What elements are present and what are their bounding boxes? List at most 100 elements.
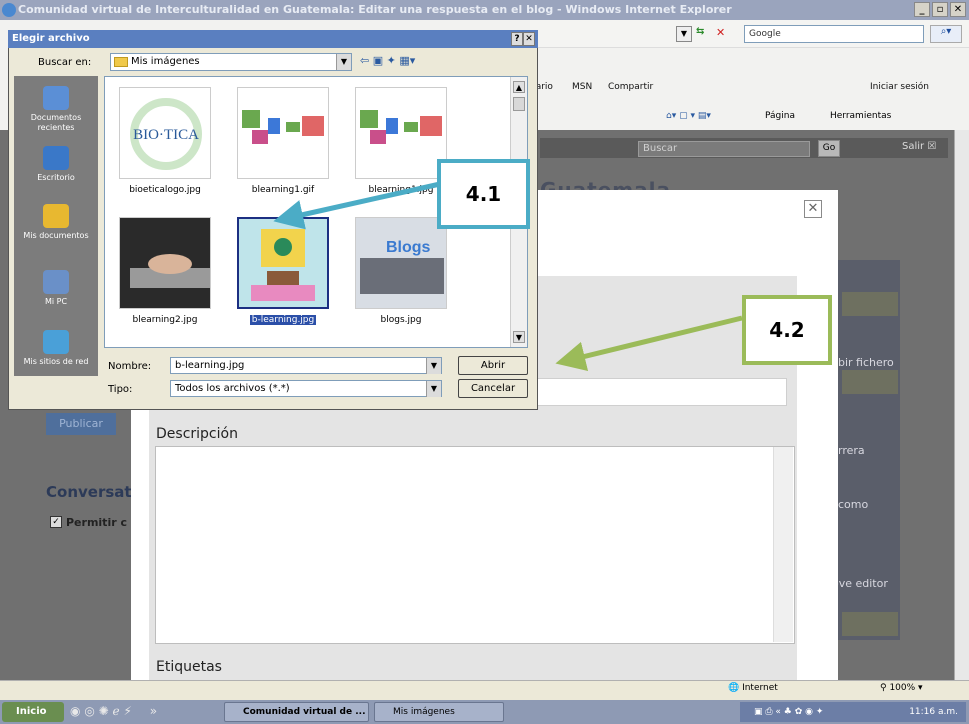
upload-file-link[interactable]: bir fichero <box>838 356 894 369</box>
file-thumbnail[interactable] <box>119 217 211 309</box>
svg-text:BIO·TICA: BIO·TICA <box>133 127 199 143</box>
blogs-keyboard-image: Blogs <box>356 218 446 308</box>
chevron-down-icon[interactable]: ▼ <box>336 54 351 70</box>
callout-4-2: 4.2 <box>742 295 832 365</box>
help-button[interactable]: ? <box>511 32 523 46</box>
page-scrollbar[interactable] <box>954 130 969 680</box>
quicklaunch-icon[interactable]: ◎ <box>84 704 94 718</box>
filetype-value: Todos los archivos (*.*) <box>175 383 290 394</box>
bg-text-rrera: rrera <box>838 444 865 457</box>
quicklaunch-icon[interactable]: ◉ <box>70 704 80 718</box>
login-link[interactable]: Iniciar sesión <box>870 82 929 92</box>
file-name[interactable]: blearning2.jpg <box>110 315 220 325</box>
address-dropdown-button[interactable]: ▼ <box>676 26 692 42</box>
link-compartir[interactable]: Compartir <box>608 82 653 92</box>
quicklaunch-icon[interactable]: ℯ <box>113 704 120 718</box>
back-icon[interactable]: ⇦ <box>360 54 369 67</box>
site-go-button[interactable]: Go <box>818 140 840 157</box>
up-folder-icon[interactable]: ▣ <box>373 54 383 67</box>
right-field <box>842 292 898 316</box>
filename-input[interactable]: b-learning.jpg ▼ <box>170 357 442 374</box>
conversation-heading: Conversat <box>46 483 132 501</box>
system-tray: ▣ ⎙ « ♣ ✿ ◉ ✦ 11:16 a.m. <box>740 702 966 722</box>
place-my-documents[interactable]: Mis documentos <box>14 204 98 241</box>
my-documents-icon <box>43 204 69 228</box>
file-thumbnail-selected[interactable] <box>237 217 329 309</box>
move-editor-link[interactable]: ove editor <box>832 577 888 590</box>
file-thumbnail[interactable]: BIO·TICA <box>119 87 211 179</box>
svg-text:Blogs: Blogs <box>386 239 431 256</box>
link-msn[interactable]: MSN <box>572 82 592 92</box>
selected-file-label: b-learning.jpg <box>249 315 317 325</box>
logout-link[interactable]: Salir ☒ <box>902 141 936 152</box>
page-menu[interactable]: Página <box>765 111 795 121</box>
browser-title-bar: Comunidad virtual de Interculturalidad e… <box>0 0 969 20</box>
taskbar-button-folder[interactable]: Mis imágenes <box>374 702 504 722</box>
place-label: Mis documentos <box>23 231 89 240</box>
filetype-select[interactable]: Todos los archivos (*.*) ▼ <box>170 380 442 397</box>
browser-search-input[interactable]: Google <box>744 25 924 43</box>
right-field-2 <box>842 370 898 394</box>
description-scrollbar[interactable] <box>773 447 793 642</box>
close-window-button[interactable]: ✕ <box>950 2 966 17</box>
look-in-select[interactable]: Mis imágenes ▼ <box>110 53 352 71</box>
new-folder-icon[interactable]: ✦ <box>387 54 396 67</box>
ie-icon <box>2 3 16 17</box>
filename-label: Nombre: <box>108 361 152 372</box>
place-label: Documentos recientes <box>30 113 82 132</box>
file-name[interactable]: bioeticalogo.jpg <box>110 185 220 195</box>
zoom-control[interactable]: ⚲ 100% ▾ <box>880 683 923 693</box>
maximize-button[interactable]: ▫ <box>932 2 948 17</box>
place-my-computer[interactable]: Mi PC <box>14 270 98 307</box>
folder-icon <box>114 57 128 67</box>
tray-icons[interactable]: ▣ ⎙ « ♣ ✿ ◉ ✦ <box>754 702 823 722</box>
scroll-up-icon[interactable]: ▲ <box>513 81 525 93</box>
modal-close-icon[interactable]: ✕ <box>804 200 822 218</box>
look-in-value: Mis imágenes <box>131 56 200 67</box>
view-menu-icon[interactable]: ▦▾ <box>399 54 415 67</box>
home-icon[interactable]: ⌂▾ ▢ ▾ ▤▾ <box>666 111 711 121</box>
site-search-input[interactable]: Buscar <box>638 141 810 157</box>
quicklaunch-icon[interactable]: ✺ <box>99 704 109 718</box>
publish-button[interactable]: Publicar <box>46 413 116 435</box>
file-thumbnail[interactable]: Blogs <box>355 217 447 309</box>
file-name[interactable]: blearning1.gif <box>228 185 338 195</box>
refresh-icon[interactable]: ⇆ <box>696 26 712 42</box>
dialog-toolbar: ⇦ ▣ ✦ ▦▾ <box>360 54 470 70</box>
browser-search-button[interactable]: ⌕▾ <box>930 25 962 43</box>
logout-label: Salir <box>902 141 925 152</box>
file-thumbnail[interactable] <box>355 87 447 179</box>
place-desktop[interactable]: Escritorio <box>14 146 98 183</box>
description-textarea[interactable] <box>155 446 795 644</box>
my-computer-icon <box>43 270 69 294</box>
chevron-down-icon[interactable]: ▼ <box>426 381 441 397</box>
chevron-down-icon[interactable]: ▼ <box>426 358 441 374</box>
start-button[interactable]: Inicio <box>2 702 64 722</box>
minimize-button[interactable]: _ <box>914 2 930 17</box>
cancel-button[interactable]: Cancelar <box>458 379 528 398</box>
zone-indicator: 🌐 Internet <box>728 683 778 693</box>
file-name[interactable]: blogs.jpg <box>346 315 456 325</box>
tools-menu[interactable]: Herramientas <box>830 111 891 121</box>
zone-label: Internet <box>742 683 778 693</box>
place-label: Mi PC <box>44 297 68 306</box>
file-thumbnail[interactable] <box>237 87 329 179</box>
chevron-right-icon[interactable]: » <box>150 704 157 718</box>
window-controls: _ ▫ ✕ <box>914 2 966 17</box>
quicklaunch-icon[interactable]: ⚡ <box>123 704 131 718</box>
tags-label: Etiquetas <box>156 659 222 675</box>
bg-text-como: como <box>838 498 869 511</box>
file-name-selected[interactable]: b-learning.jpg <box>228 315 338 325</box>
dialog-close-button[interactable]: ✕ <box>523 32 535 46</box>
scroll-thumb[interactable] <box>513 97 525 111</box>
taskbar-button-browser[interactable]: Comunidad virtual de ... <box>224 702 369 722</box>
description-label: Descripción <box>156 426 238 442</box>
place-recent[interactable]: Documentos recientes <box>14 86 98 133</box>
places-bar: Documentos recientes Escritorio Mis docu… <box>14 76 98 376</box>
place-network[interactable]: Mis sitios de red <box>14 330 98 367</box>
stop-icon[interactable]: ✕ <box>716 26 732 42</box>
scroll-down-icon[interactable]: ▼ <box>513 331 525 343</box>
open-button[interactable]: Abrir <box>458 356 528 375</box>
allow-comments-checkbox[interactable]: ✓ <box>50 516 62 528</box>
zoom-label: 100% <box>889 683 916 693</box>
